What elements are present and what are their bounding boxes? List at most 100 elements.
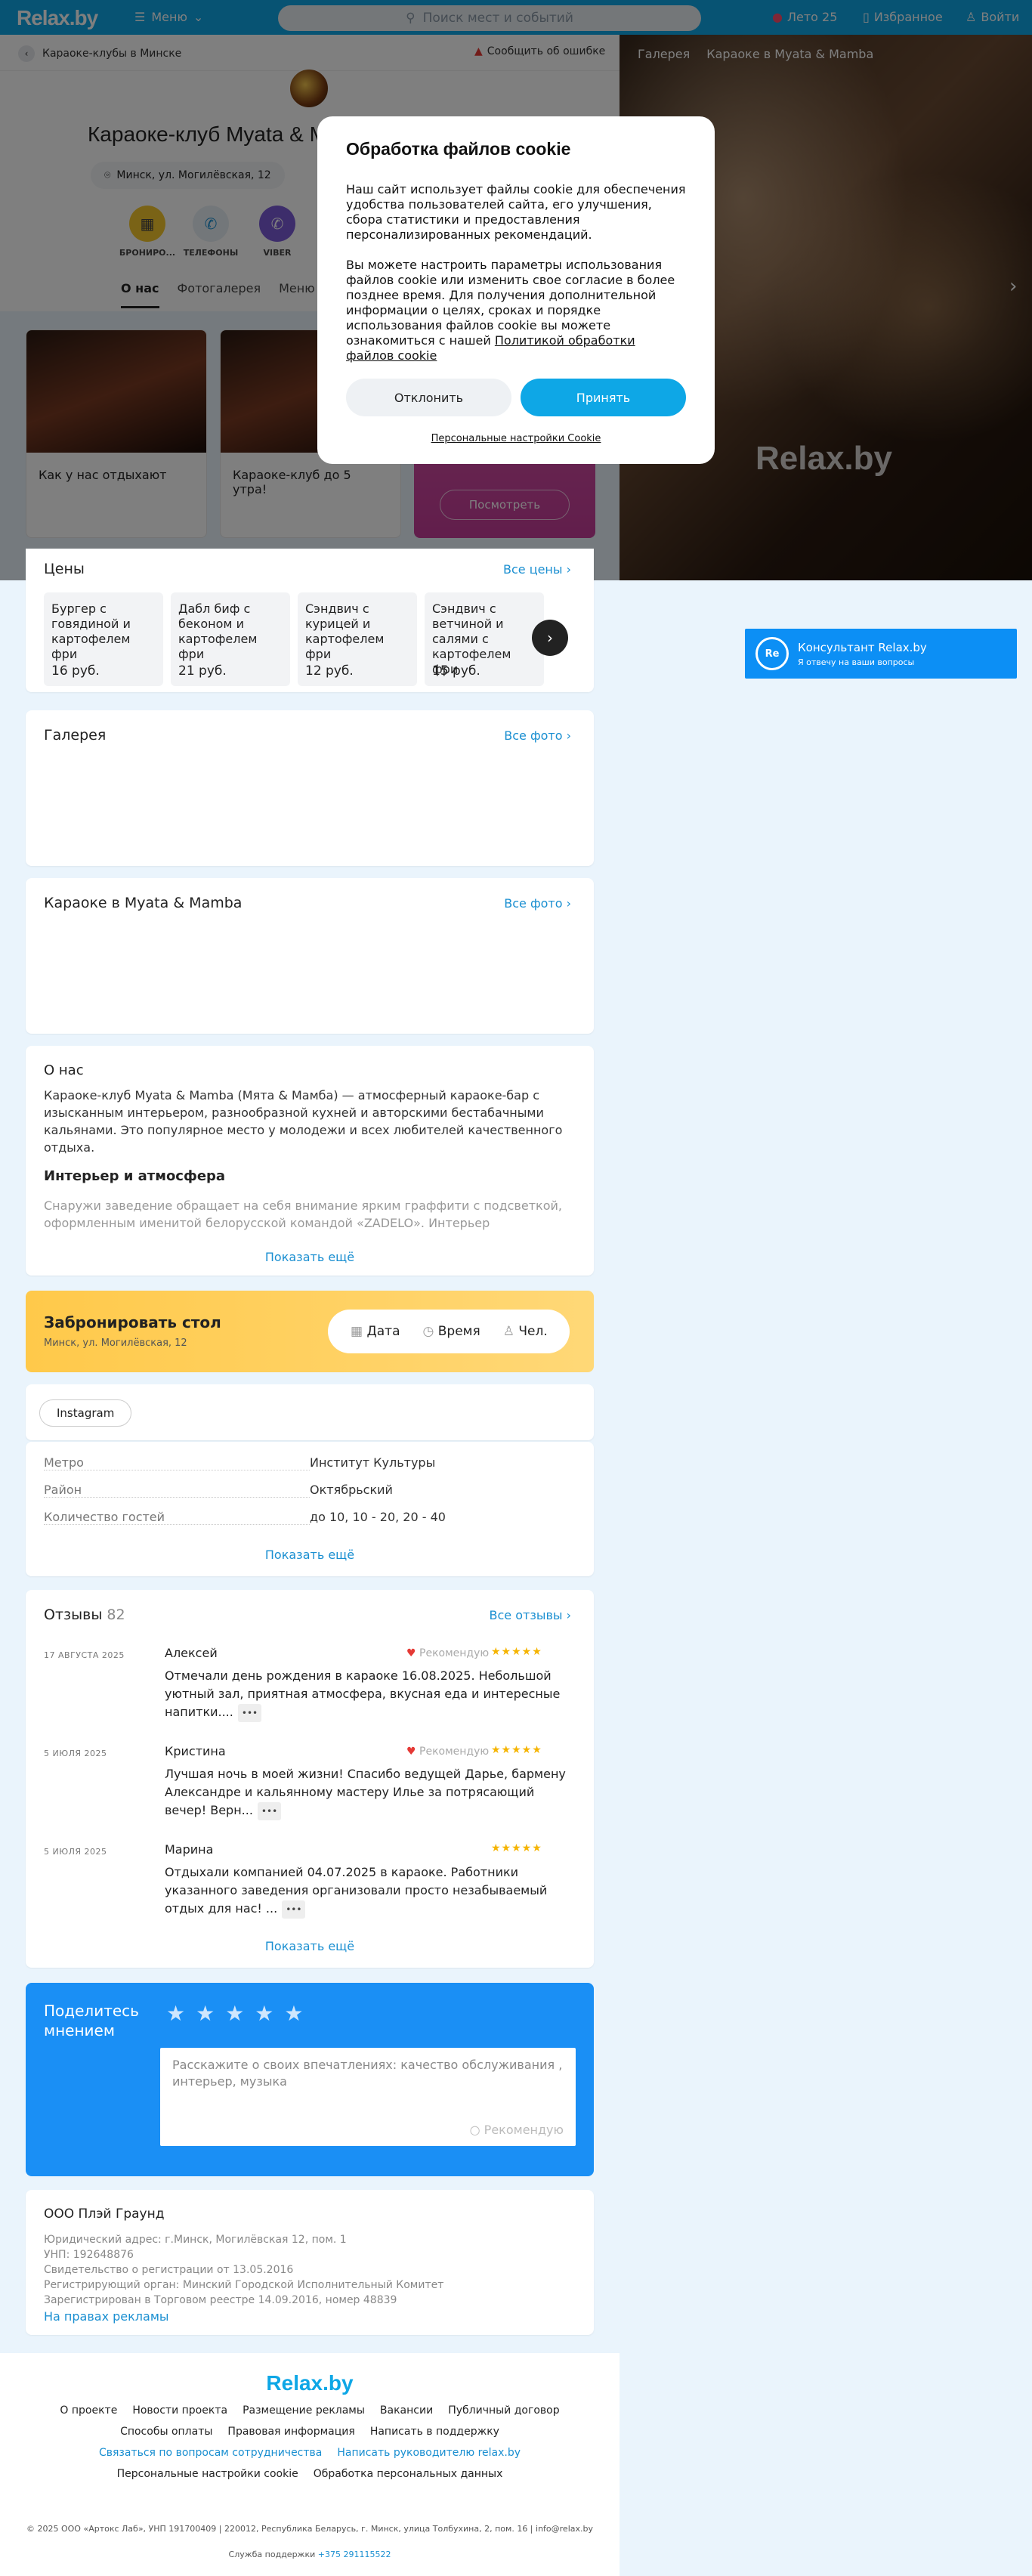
price-name: Бургер с говядиной и картофелем фри: [51, 601, 131, 661]
time-label: Время: [437, 1324, 480, 1339]
price-value: 12 руб.: [305, 663, 354, 679]
consultant-badge: Re: [755, 637, 789, 670]
review-date: 17 АВГУСТА 2025: [44, 1650, 125, 1660]
gallery-all-label: Все фото: [504, 728, 563, 743]
review-text: Отмечали день рождения в караоке 16.08.2…: [165, 1667, 576, 1722]
footer-link[interactable]: Новости проекта: [132, 2404, 227, 2417]
cookie-buttons: Отклонить Принять: [346, 379, 686, 416]
recommend-label: Рекомендую: [419, 1746, 490, 1758]
ad-disclaimer-link[interactable]: На правах рекламы: [44, 2309, 443, 2324]
date-picker[interactable]: ▦ Дата: [351, 1324, 400, 1339]
info-show-more[interactable]: Показать ещё: [26, 1548, 594, 1562]
reviews-panel: Отзывы 82 Все отзывы › 17 АВГУСТА 2025 А…: [26, 1590, 594, 1968]
review-author: Кристина: [165, 1744, 226, 1758]
footer-link[interactable]: Написать руководителю relax.by: [337, 2447, 521, 2459]
rating-stars-input[interactable]: ★★★★★: [166, 2001, 314, 2026]
review-text: Лучшая ночь в моей жизни! Спасибо ведуще…: [165, 1765, 576, 1820]
reviews-title-label: Отзывы: [44, 1607, 103, 1623]
cookie-settings-link[interactable]: Персональные настройки Cookie: [346, 433, 686, 444]
cookie-text-2: Вы можете настроить параметры использова…: [346, 258, 686, 363]
footer-logo[interactable]: Relax.by: [0, 2371, 620, 2395]
footer-link[interactable]: О проекте: [60, 2404, 117, 2417]
consultant-title: Консультант Relax.by: [798, 640, 927, 654]
reviews-title: Отзывы 82: [44, 1607, 125, 1623]
karaoke-all-link[interactable]: Все фото ›: [504, 896, 571, 911]
company-panel: ООО Плэй Граунд Юридический адрес: г.Мин…: [26, 2190, 594, 2335]
all-reviews-link[interactable]: Все отзывы ›: [490, 1608, 572, 1622]
footer-links-row: Способы оплаты Правовая информация Написат…: [0, 2426, 620, 2438]
all-reviews-label: Все отзывы: [489, 1608, 563, 1622]
booking-panel: Забронировать стол Минск, ул. Могилёвска…: [26, 1291, 594, 1372]
info-key: Район: [44, 1483, 310, 1498]
info-panel: Метро Институт Культуры Район Октябрьский …: [26, 1442, 594, 1576]
gallery-panel: Галерея Все фото ›: [26, 710, 594, 866]
footer-links-row: Персональные настройки cookie Обработка п…: [0, 2468, 620, 2480]
all-prices-link[interactable]: Все цены ›: [503, 562, 571, 577]
cookie-title: Обработка файлов cookie: [346, 139, 571, 159]
karaoke-panel: Караоке в Myata & Mamba Все фото ›: [26, 878, 594, 1034]
people-label: Чел.: [518, 1324, 548, 1339]
price-item[interactable]: Сэндвич с ветчиной и салями с картофелем…: [425, 592, 544, 686]
review-author: Алексей: [165, 1646, 218, 1660]
company-line: Юридический адрес: г.Минск, Могилёвская …: [44, 2234, 347, 2246]
info-value: Октябрьский: [310, 1483, 393, 1497]
reviews-show-more[interactable]: Показать ещё: [26, 1939, 594, 1953]
recommend-checkbox[interactable]: ○ Рекомендую: [470, 2122, 564, 2138]
info-row: Метро Институт Культуры: [44, 1455, 576, 1470]
review-placeholder: Расскажите о своих впечатлениях: качеств…: [172, 2058, 563, 2089]
price-value: 16 руб.: [51, 663, 100, 679]
company-line: УНП: 192648876: [44, 2249, 134, 2261]
footer-link[interactable]: Персональные настройки cookie: [117, 2468, 298, 2480]
footer-link[interactable]: Связаться по вопросам сотрудничества: [99, 2447, 322, 2459]
price-item[interactable]: Бургер с говядиной и картофелем фри 16 ру…: [44, 592, 163, 686]
karaoke-title: Караоке в Myata & Mamba: [44, 895, 243, 911]
about-show-more[interactable]: Показать ещё: [26, 1250, 594, 1264]
price-name: Сэндвич с курицей и картофелем фри: [305, 601, 385, 661]
share-opinion-panel: Поделитесь мнением ★★★★★ Расскажите о св…: [26, 1983, 594, 2176]
karaoke-all-label: Все фото: [504, 896, 563, 911]
review-recommend: ♥ Рекомендую: [406, 1746, 489, 1758]
recommend-label: Рекомендую: [419, 1647, 490, 1659]
review-date: 5 ИЮЛЯ 2025: [44, 1749, 107, 1758]
reviews-count: 82: [107, 1607, 125, 1623]
instagram-link[interactable]: Instagram: [39, 1399, 132, 1427]
cookie-decline-button[interactable]: Отклонить: [346, 379, 511, 416]
footer-link[interactable]: Вакансии: [380, 2404, 433, 2417]
support-label: Служба поддержки: [228, 2550, 316, 2559]
time-picker[interactable]: ◷ Время: [423, 1324, 480, 1339]
price-name: Дабл биф с беконом и картофелем фри: [178, 601, 258, 661]
review-text-body: Отмечали день рождения в караоке 16.08.2…: [165, 1668, 561, 1719]
footer-link[interactable]: Способы оплаты: [120, 2426, 212, 2438]
review-text: Отдыхали компанией 04.07.2025 в караоке.…: [165, 1863, 576, 1919]
footer-link[interactable]: Размещение рекламы: [243, 2404, 365, 2417]
price-value: 15 руб.: [432, 663, 480, 679]
expand-review-button[interactable]: •••: [257, 1802, 282, 1820]
review-textarea[interactable]: Расскажите о своих впечатлениях: качеств…: [160, 2048, 576, 2146]
review-date: 5 ИЮЛЯ 2025: [44, 1847, 107, 1857]
cookie-accept-button[interactable]: Принять: [521, 379, 686, 416]
price-list: Бургер с говядиной и картофелем фри 16 ру…: [44, 592, 544, 686]
footer-link[interactable]: Правовая информация: [227, 2426, 354, 2438]
cookie-text-1: Наш сайт использует файлы cookie для обе…: [346, 182, 686, 242]
price-item[interactable]: Сэндвич с курицей и картофелем фри 12 руб…: [298, 592, 417, 686]
chevron-right-icon[interactable]: ›: [532, 620, 568, 656]
gallery-all-link[interactable]: Все фото ›: [504, 728, 571, 743]
footer-support: Служба поддержки +375 291115522: [0, 2550, 620, 2559]
expand-review-button[interactable]: •••: [282, 1900, 306, 1919]
expand-review-button[interactable]: •••: [237, 1704, 262, 1722]
about-text-2: Снаружи заведение обращает на себя внима…: [44, 1198, 562, 1230]
price-value: 21 руб.: [178, 663, 227, 679]
info-value: Институт Культуры: [310, 1455, 436, 1470]
footer-link[interactable]: Обработка персональных данных: [314, 2468, 503, 2480]
support-phone-link[interactable]: +375 291115522: [318, 2550, 391, 2559]
booking-address: Минск, ул. Могилёвская, 12: [44, 1337, 187, 1349]
social-panel: Instagram: [26, 1384, 594, 1440]
all-prices-label: Все цены: [502, 562, 563, 577]
heart-icon: ♥: [406, 1746, 416, 1758]
consultant-widget[interactable]: Re Консультант Relax.by Я отвечу на ваши …: [745, 629, 1017, 679]
company-line: Зарегистрирован в Торговом реестре 14.09…: [44, 2294, 397, 2306]
footer-link[interactable]: Написать в поддержку: [370, 2426, 499, 2438]
people-picker[interactable]: ♙ Чел.: [503, 1324, 548, 1339]
footer-link[interactable]: Публичный договор: [448, 2404, 559, 2417]
price-item[interactable]: Дабл биф с беконом и картофелем фри 21 ру…: [171, 592, 290, 686]
